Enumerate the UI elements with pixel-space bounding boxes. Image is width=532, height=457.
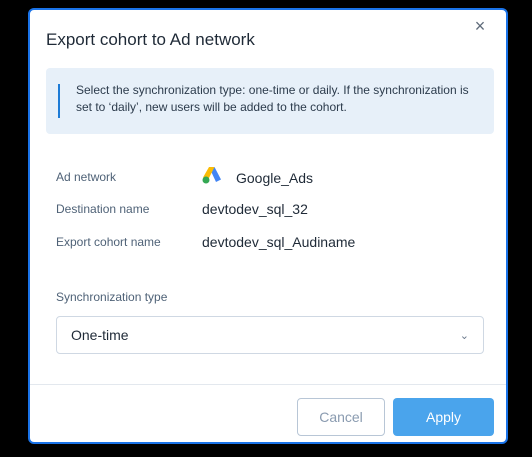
export-cohort-name-label: Export cohort name	[56, 235, 161, 249]
sync-type-label: Synchronization type	[56, 290, 168, 304]
destination-name-value: devtodev_sql_32	[202, 201, 308, 217]
export-cohort-dialog: × Export cohort to Ad network Select the…	[28, 8, 508, 444]
sync-type-select[interactable]: One-time ⌄	[56, 316, 484, 354]
google-ads-icon	[202, 167, 221, 184]
footer-divider	[30, 384, 506, 385]
dialog-title: Export cohort to Ad network	[46, 30, 255, 49]
info-accent-bar	[58, 84, 60, 118]
cancel-button[interactable]: Cancel	[297, 398, 385, 436]
export-cohort-name-value: devtodev_sql_Audiname	[202, 234, 356, 250]
info-text: Select the synchronization type: one-tim…	[76, 83, 469, 114]
close-icon[interactable]: ×	[470, 16, 490, 36]
chevron-down-icon: ⌄	[459, 329, 469, 342]
ad-network-value: Google_Ads	[236, 170, 314, 186]
info-box: Select the synchronization type: one-tim…	[46, 68, 494, 134]
ad-network-label: Ad network	[56, 170, 117, 184]
destination-name-label: Destination name	[56, 202, 150, 216]
sync-type-selected-value: One-time	[71, 327, 129, 343]
apply-button[interactable]: Apply	[393, 398, 494, 436]
